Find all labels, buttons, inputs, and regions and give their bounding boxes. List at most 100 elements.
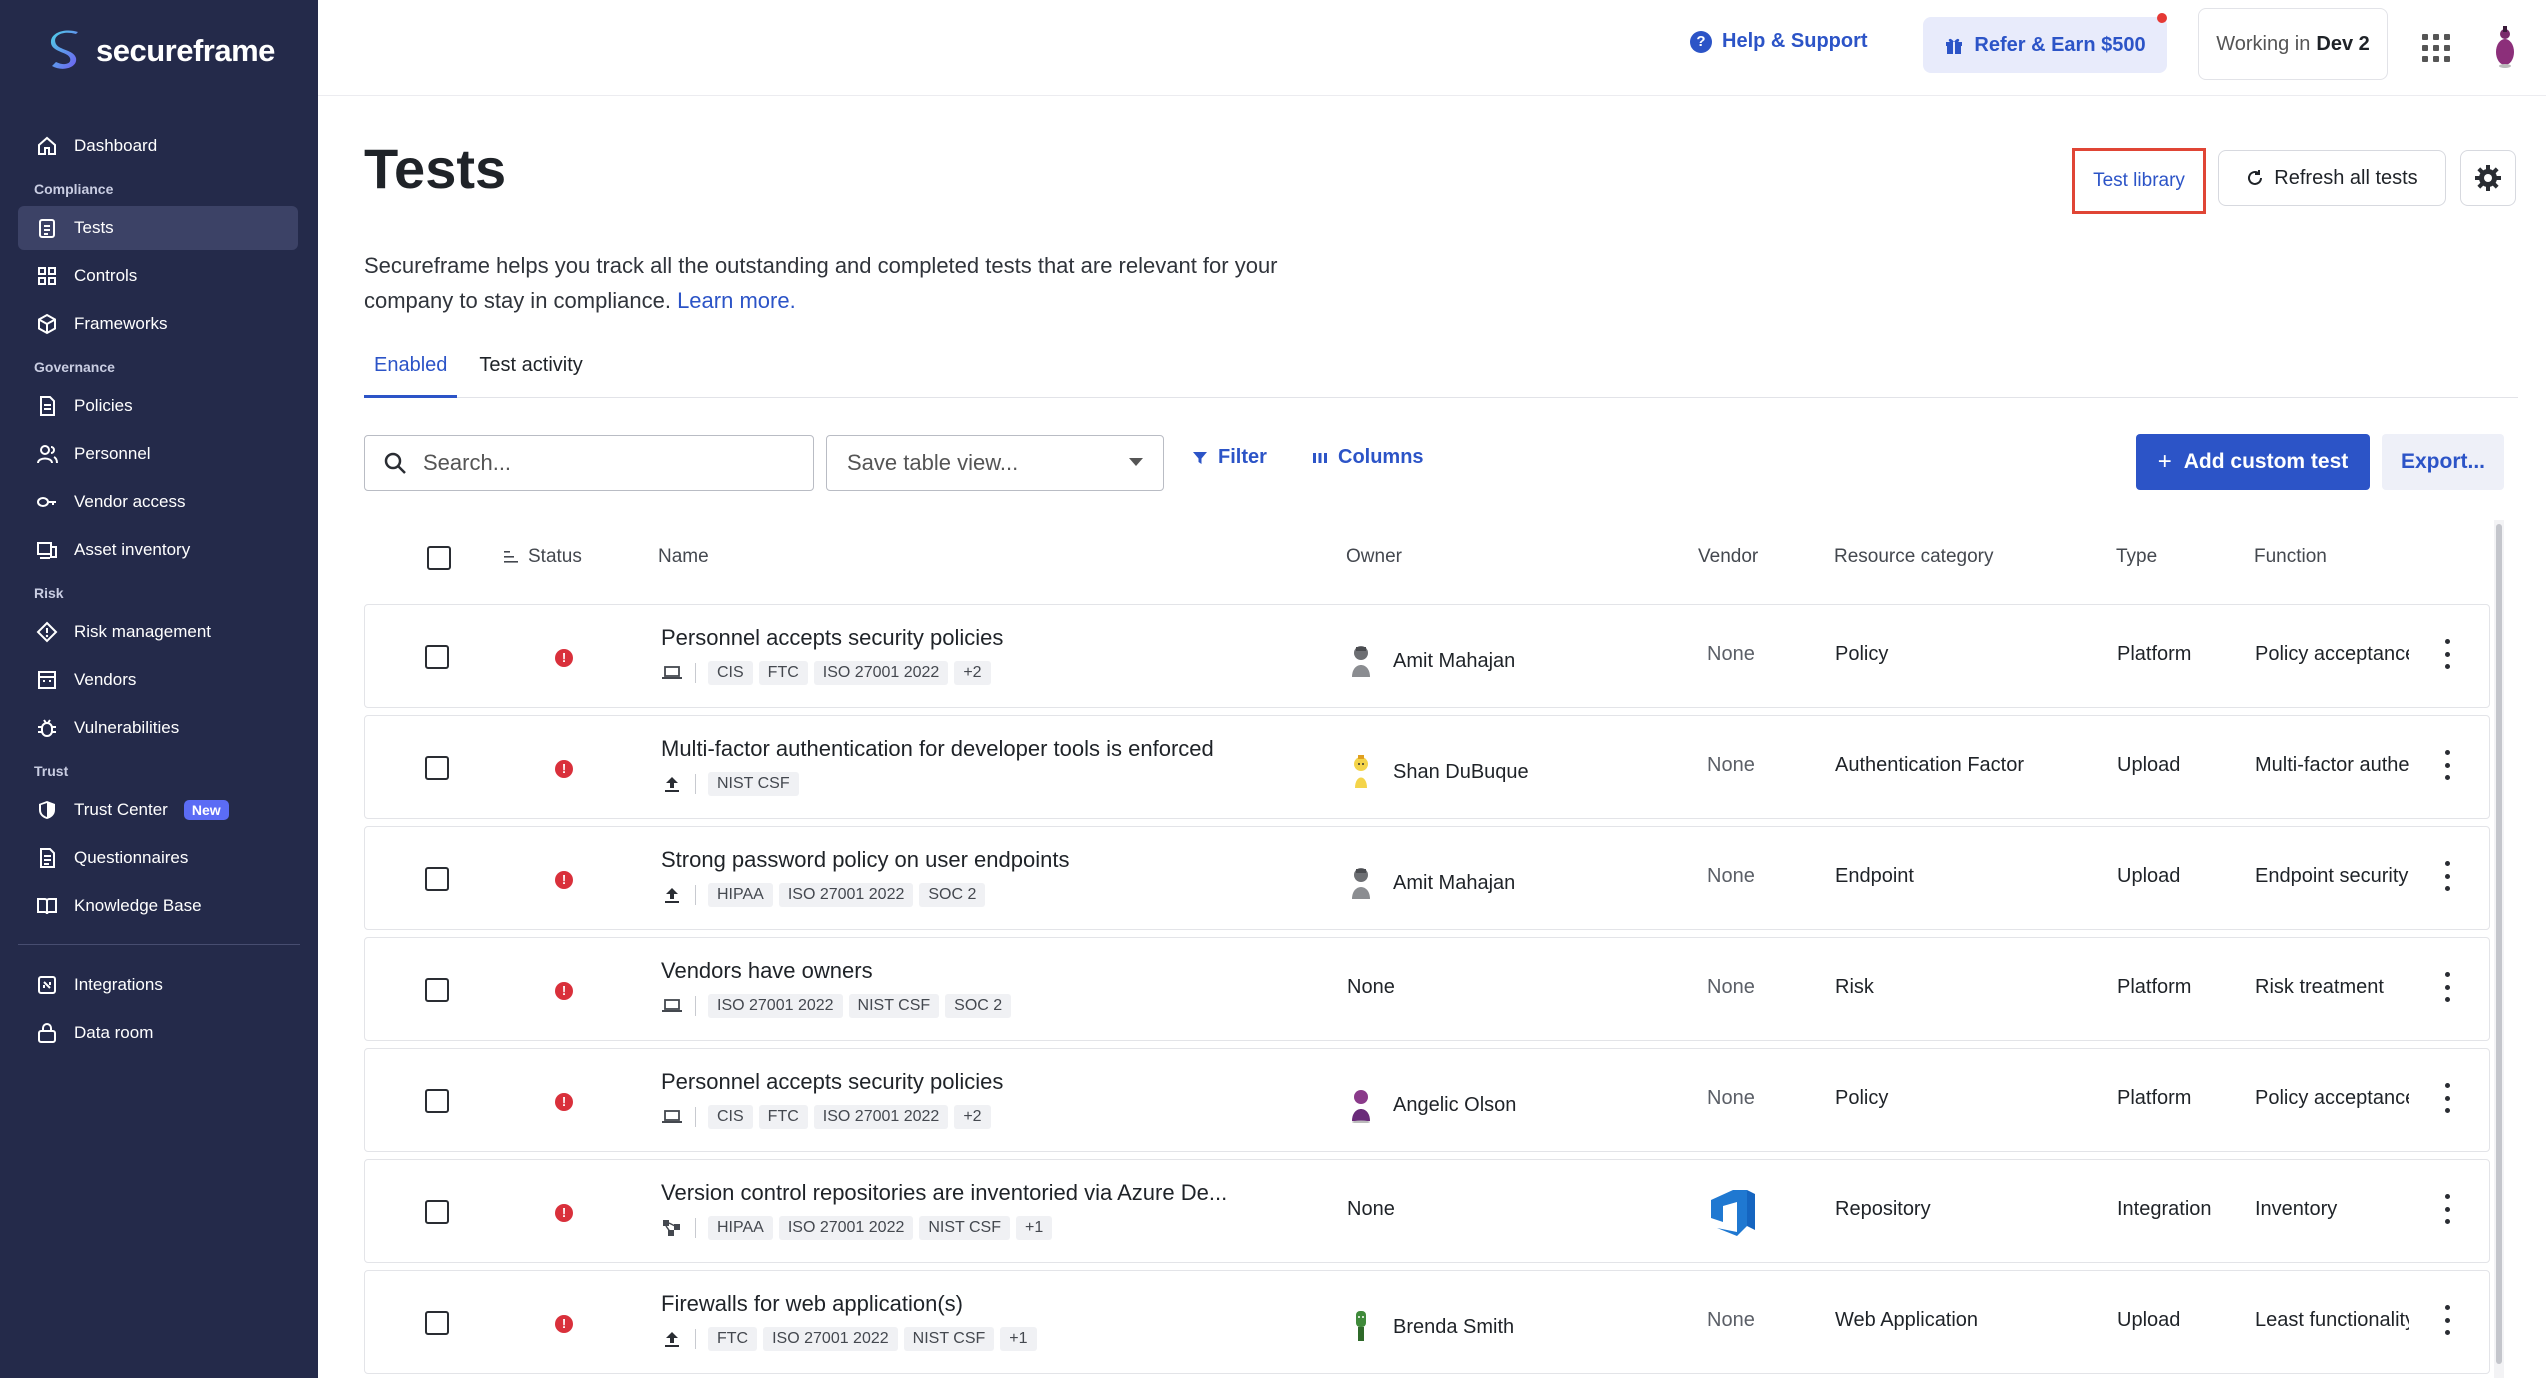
help-support-link[interactable]: ? Help & Support [1690, 30, 1868, 53]
function-cell: Risk treatment [2255, 976, 2384, 998]
test-name[interactable]: Personnel accepts security policies [661, 625, 1003, 651]
table-row[interactable]: ! Strong password policy on user endpoin… [364, 826, 2490, 930]
sidebar-item-frameworks[interactable]: Frameworks [18, 302, 298, 346]
gift-icon [1946, 38, 1963, 54]
row-checkbox[interactable] [425, 645, 449, 669]
framework-tag: FTC [758, 1105, 808, 1129]
brand-logo[interactable]: secureframe [48, 30, 275, 72]
test-name[interactable]: Personnel accepts security policies [661, 1069, 1003, 1095]
test-name[interactable]: Firewalls for web application(s) [661, 1291, 963, 1317]
sidebar-item-asset-inventory[interactable]: Asset inventory [18, 528, 298, 572]
test-name[interactable]: Version control repositories are invento… [661, 1180, 1227, 1206]
row-menu-icon[interactable] [2443, 639, 2451, 669]
row-checkbox[interactable] [425, 756, 449, 780]
resource-category-cell: Policy [1835, 1087, 1889, 1109]
framework-tag: ISO 27001 2022 [813, 661, 949, 685]
row-checkbox[interactable] [425, 867, 449, 891]
settings-button[interactable] [2460, 150, 2516, 206]
page-description: Secureframe helps you track all the outs… [364, 248, 1364, 318]
sidebar-item-integrations[interactable]: Integrations [18, 963, 298, 1007]
row-checkbox[interactable] [425, 1089, 449, 1113]
search-input[interactable]: Search... [364, 435, 814, 491]
owner-avatar [1347, 1309, 1375, 1345]
owner-name: Brenda Smith [1393, 1315, 1515, 1338]
owner-cell[interactable]: Amit Mahajan [1347, 865, 1515, 901]
sidebar-item-vendors[interactable]: Vendors [18, 658, 298, 702]
sidebar-item-policies[interactable]: Policies [18, 384, 298, 428]
sidebar-item-vendor-access[interactable]: Vendor access [18, 480, 298, 524]
function-cell: Endpoint security [2255, 865, 2409, 887]
sidebar-item-tests[interactable]: Tests [18, 206, 298, 250]
sidebar-item-data-room[interactable]: Data room [18, 1011, 298, 1055]
diamond-icon [36, 621, 58, 643]
columns-button[interactable]: Columns [1312, 446, 1424, 469]
app-grid-icon[interactable] [2422, 34, 2450, 62]
refresh-icon [2248, 170, 2263, 185]
row-menu-icon[interactable] [2443, 1194, 2451, 1224]
owner-cell[interactable]: None [1347, 1198, 1395, 1221]
row-menu-icon[interactable] [2443, 750, 2451, 780]
export-button[interactable]: Export... [2382, 434, 2504, 490]
scrollbar-thumb[interactable] [2496, 524, 2502, 1364]
table-row[interactable]: ! Firewalls for web application(s) FTC IS… [364, 1270, 2490, 1374]
column-vendor[interactable]: Vendor [1698, 546, 1758, 568]
sidebar-item-vulnerabilities[interactable]: Vulnerabilities [18, 706, 298, 750]
notification-dot [2157, 13, 2167, 23]
table-row[interactable]: ! Version control repositories are inven… [364, 1159, 2490, 1263]
add-custom-test-button[interactable]: + Add custom test [2136, 434, 2370, 490]
table-row[interactable]: ! Personnel accepts security policies CI… [364, 1048, 2490, 1152]
status-failing-icon: ! [555, 1093, 573, 1111]
plug-icon [36, 974, 58, 996]
owner-cell[interactable]: Brenda Smith [1347, 1309, 1514, 1345]
test-name[interactable]: Multi-factor authentication for develope… [661, 736, 1214, 762]
row-checkbox[interactable] [425, 1311, 449, 1335]
column-name[interactable]: Name [658, 546, 709, 568]
refresh-all-label: Refresh all tests [2274, 166, 2418, 189]
sidebar-section-governance: Governance [34, 359, 115, 375]
table-row[interactable]: ! Vendors have owners ISO 27001 2022 NIST… [364, 937, 2490, 1041]
row-menu-icon[interactable] [2443, 1305, 2451, 1335]
row-menu-icon[interactable] [2443, 1083, 2451, 1113]
page-title: Tests [364, 137, 507, 200]
sidebar-item-questionnaires[interactable]: Questionnaires [18, 836, 298, 880]
column-owner[interactable]: Owner [1346, 546, 1402, 568]
row-menu-icon[interactable] [2443, 972, 2451, 1002]
user-avatar[interactable] [2492, 26, 2518, 68]
tab-enabled[interactable]: Enabled [364, 342, 458, 398]
row-checkbox[interactable] [425, 1200, 449, 1224]
select-all-checkbox[interactable] [427, 546, 451, 570]
owner-name: Angelic Olson [1393, 1093, 1517, 1116]
column-type[interactable]: Type [2116, 546, 2157, 568]
learn-more-link[interactable]: Learn more. [677, 288, 796, 313]
row-menu-icon[interactable] [2443, 861, 2451, 891]
column-status[interactable]: Status [504, 546, 582, 568]
owner-name: None [1347, 1198, 1395, 1220]
refresh-all-tests-button[interactable]: Refresh all tests [2218, 150, 2446, 206]
column-function[interactable]: Function [2254, 546, 2327, 568]
refer-earn-button[interactable]: Refer & Earn $500 [1923, 13, 2167, 73]
sidebar-item-personnel[interactable]: Personnel [18, 432, 298, 476]
sidebar-item-dashboard[interactable]: Dashboard [18, 124, 298, 168]
test-name[interactable]: Strong password policy on user endpoints [661, 847, 1069, 873]
test-library-button[interactable]: Test library [2072, 148, 2206, 214]
table-row[interactable]: ! Personnel accepts security policies CI… [364, 604, 2490, 708]
test-name[interactable]: Vendors have owners [661, 958, 873, 984]
resource-category-cell: Endpoint [1835, 865, 1914, 887]
sidebar-item-trust-center[interactable]: Trust Center New [18, 788, 298, 832]
column-resource-category[interactable]: Resource category [1834, 546, 1993, 568]
save-table-view-select[interactable]: Save table view... [826, 435, 1164, 491]
table-row[interactable]: ! Multi-factor authentication for develo… [364, 715, 2490, 819]
sidebar-item-controls[interactable]: Controls [18, 254, 298, 298]
owner-cell[interactable]: Amit Mahajan [1347, 643, 1515, 679]
tab-test-activity[interactable]: Test activity [469, 342, 592, 398]
sidebar-item-label: Integrations [74, 975, 163, 994]
filter-button[interactable]: Filter [1192, 446, 1267, 469]
owner-cell[interactable]: None [1347, 976, 1395, 999]
type-cell: Platform [2117, 643, 2192, 665]
sidebar-item-knowledge-base[interactable]: Knowledge Base [18, 884, 298, 928]
sidebar-item-risk-management[interactable]: Risk management [18, 610, 298, 654]
owner-cell[interactable]: Shan DuBuque [1347, 754, 1529, 790]
owner-cell[interactable]: Angelic Olson [1347, 1087, 1517, 1124]
row-checkbox[interactable] [425, 978, 449, 1002]
workspace-switcher[interactable]: Working in Dev 2 [2198, 8, 2388, 80]
